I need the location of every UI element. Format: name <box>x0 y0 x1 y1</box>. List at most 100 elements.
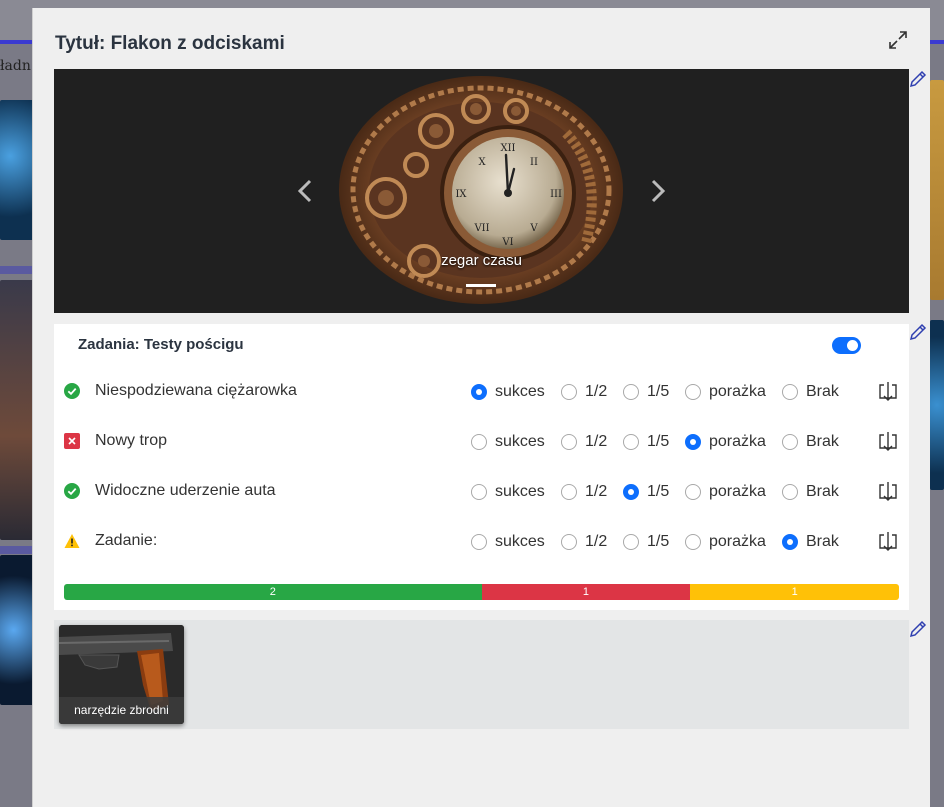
radio-button[interactable] <box>623 384 639 400</box>
background-divider <box>0 266 34 274</box>
background-divider <box>0 546 34 554</box>
edit-tasks-icon[interactable] <box>908 322 928 342</box>
radio-button[interactable] <box>782 434 798 450</box>
background-tile <box>930 320 944 490</box>
task-option-radio[interactable]: Brak <box>782 532 839 552</box>
radio-label: porażka <box>709 383 766 400</box>
task-row: Niespodziewana ciężarowka sukces 1/2 1/5 por… <box>54 376 909 406</box>
svg-text:V: V <box>529 223 538 234</box>
task-option-radio[interactable]: sukces <box>471 382 545 402</box>
modal-title: Tytuł: Flakon z odciskami <box>55 33 285 54</box>
background-text-fragment: ładn <box>0 58 31 74</box>
radio-button[interactable] <box>471 384 487 400</box>
item-card[interactable]: narzędzie zbrodni <box>59 625 184 724</box>
task-option-radio[interactable]: Brak <box>782 432 839 452</box>
radio-button[interactable] <box>471 434 487 450</box>
radio-label: sukces <box>495 533 545 550</box>
radio-label: Brak <box>806 433 839 450</box>
radio-button[interactable] <box>471 484 487 500</box>
task-option-radio[interactable]: 1/2 <box>561 482 607 502</box>
item-caption: narzędzie zbrodni <box>59 697 184 724</box>
task-option-radio[interactable]: sukces <box>471 532 545 552</box>
radio-button[interactable] <box>782 534 798 550</box>
task-option-radio[interactable]: 1/5 <box>623 532 669 552</box>
radio-label: sukces <box>495 433 545 450</box>
detail-modal: Tytuł: Flakon z odciskami XII III VI IX … <box>32 8 930 807</box>
carousel-prev-icon[interactable] <box>294 177 318 205</box>
radio-label: 1/5 <box>647 433 670 450</box>
radio-button[interactable] <box>623 434 639 450</box>
radio-label: 1/2 <box>585 383 608 400</box>
radio-label: 1/5 <box>647 483 670 500</box>
carousel-next-icon[interactable] <box>645 177 669 205</box>
task-option-radio[interactable]: 1/2 <box>561 432 607 452</box>
background-tile <box>930 80 944 300</box>
tasks-toggle[interactable] <box>832 337 861 354</box>
progress-segment: 1 <box>481 584 691 600</box>
task-option-radio[interactable]: 1/5 <box>623 482 669 502</box>
task-option-radio[interactable]: 1/5 <box>623 382 669 402</box>
radio-button[interactable] <box>623 484 639 500</box>
expand-icon[interactable] <box>886 28 910 52</box>
radio-label: porażka <box>709 483 766 500</box>
carousel-indicator[interactable] <box>466 284 496 287</box>
svg-text:VII: VII <box>473 223 489 234</box>
task-label: Niespodziewana ciężarowka <box>95 382 297 399</box>
task-option-radio[interactable]: sukces <box>471 482 545 502</box>
radio-label: 1/2 <box>585 433 608 450</box>
radio-label: Brak <box>806 533 839 550</box>
radio-button[interactable] <box>561 434 577 450</box>
download-icon[interactable] <box>878 430 898 454</box>
background-tile <box>0 100 34 240</box>
check-circle-icon <box>64 383 80 399</box>
tasks-panel: Zadania: Testy pościgu Niespodziewana ci… <box>54 324 909 610</box>
task-option-radio[interactable]: Brak <box>782 382 839 402</box>
radio-label: Brak <box>806 483 839 500</box>
radio-button[interactable] <box>685 384 701 400</box>
task-option-radio[interactable]: porażka <box>685 382 766 402</box>
task-row: Widoczne uderzenie auta sukces 1/2 1/5 poraż… <box>54 476 909 506</box>
task-option-radio[interactable]: 1/2 <box>561 382 607 402</box>
task-option-radio[interactable]: porażka <box>685 482 766 502</box>
x-square-icon <box>64 433 80 449</box>
warning-triangle-icon <box>64 534 80 548</box>
radio-button[interactable] <box>623 534 639 550</box>
task-row: Zadanie: sukces 1/2 1/5 porażka Brak <box>54 526 909 556</box>
background-tile <box>0 280 34 540</box>
download-icon[interactable] <box>878 530 898 554</box>
steampunk-clock-image: XII III VI IX II X V VII <box>339 76 623 304</box>
carousel-caption: zegar czasu <box>441 252 522 269</box>
radio-button[interactable] <box>782 384 798 400</box>
check-circle-icon <box>64 483 80 499</box>
svg-text:X: X <box>478 157 486 168</box>
svg-text:XII: XII <box>500 143 515 154</box>
radio-label: porażka <box>709 533 766 550</box>
svg-text:VI: VI <box>501 237 513 248</box>
radio-button[interactable] <box>561 384 577 400</box>
svg-text:IX: IX <box>455 189 467 200</box>
radio-label: 1/2 <box>585 533 608 550</box>
radio-button[interactable] <box>561 484 577 500</box>
task-option-radio[interactable]: sukces <box>471 432 545 452</box>
radio-button[interactable] <box>782 484 798 500</box>
radio-button[interactable] <box>561 534 577 550</box>
radio-button[interactable] <box>685 534 701 550</box>
download-icon[interactable] <box>878 480 898 504</box>
radio-label: 1/2 <box>585 483 608 500</box>
edit-carousel-icon[interactable] <box>908 69 928 89</box>
task-option-radio[interactable]: porażka <box>685 432 766 452</box>
radio-button[interactable] <box>685 434 701 450</box>
radio-label: Brak <box>806 383 839 400</box>
svg-text:III: III <box>550 189 562 200</box>
radio-button[interactable] <box>685 484 701 500</box>
task-option-radio[interactable]: porażka <box>685 532 766 552</box>
items-strip: narzędzie zbrodni <box>54 620 909 729</box>
radio-label: sukces <box>495 383 545 400</box>
task-option-radio[interactable]: 1/2 <box>561 532 607 552</box>
task-option-radio[interactable]: Brak <box>782 482 839 502</box>
radio-button[interactable] <box>471 534 487 550</box>
edit-items-icon[interactable] <box>908 619 928 639</box>
task-option-radio[interactable]: 1/5 <box>623 432 669 452</box>
radio-label: porażka <box>709 433 766 450</box>
download-icon[interactable] <box>878 380 898 404</box>
